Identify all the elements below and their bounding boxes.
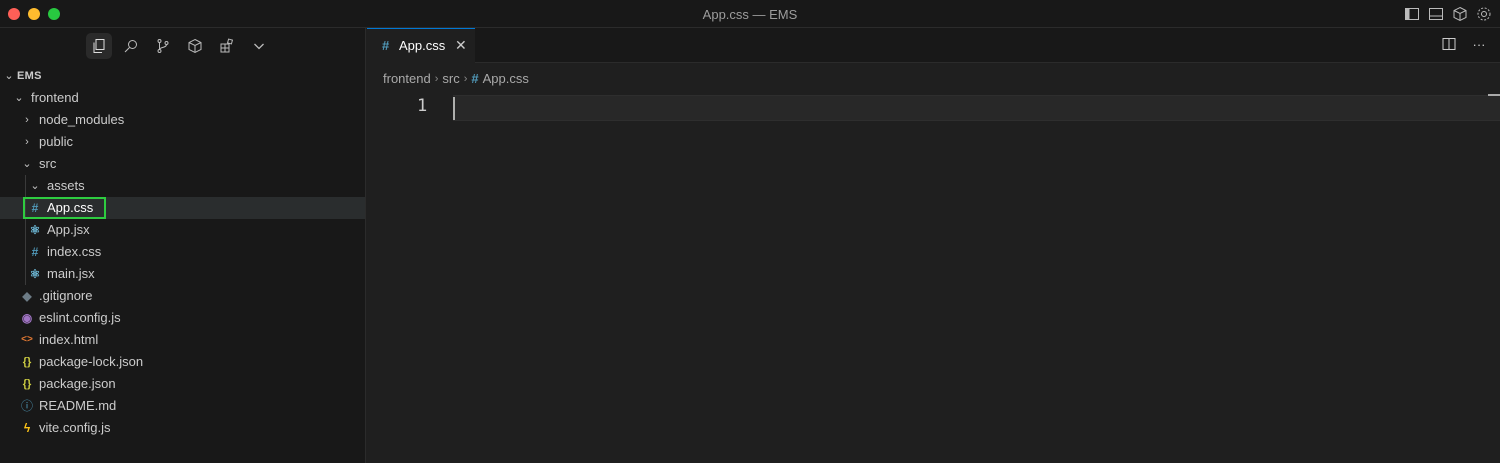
activity-bar — [86, 32, 272, 60]
explorer-sidebar: ⌄ EMS ⌄ frontend › node_modules › public… — [0, 28, 366, 463]
tab-label: App.css — [399, 38, 446, 53]
tree-folder-label: node_modules — [39, 112, 125, 127]
css-file-icon: # — [31, 245, 39, 259]
tree-file-index-css[interactable]: # index.css — [0, 241, 365, 263]
tree-file-label: index.html — [39, 332, 99, 347]
source-control-button[interactable] — [150, 33, 176, 59]
tree-folder-node-modules[interactable]: › node_modules — [0, 109, 365, 131]
tree-folder-src[interactable]: ⌄ src — [0, 153, 365, 175]
react-icon: ⚛ — [29, 267, 41, 281]
tree-folder-label: frontend — [31, 90, 79, 105]
json-file-icon: {} — [22, 378, 32, 390]
chevron-down-icon: ⌄ — [14, 92, 24, 104]
search-button[interactable] — [118, 33, 144, 59]
eslint-icon: ◉ — [21, 311, 33, 325]
split-editor-icon[interactable] — [1442, 37, 1456, 51]
info-icon: ⓘ — [20, 399, 33, 413]
breadcrumb: frontend › src › # App.css — [383, 71, 529, 86]
tab-bar: # App.css ✕ ··· — [367, 28, 1500, 63]
current-line-highlight — [453, 95, 1500, 121]
tree-file-label: vite.config.js — [39, 420, 111, 435]
extensions-icon — [220, 38, 234, 53]
git-icon: ◆ — [22, 289, 32, 303]
explorer-icon — [93, 39, 105, 53]
html-file-icon: <> — [21, 334, 33, 345]
more-views-button[interactable] — [246, 33, 272, 59]
tree-file-label: App.jsx — [47, 222, 90, 237]
breadcrumb-item[interactable]: frontend — [383, 71, 431, 86]
tree-file-index-html[interactable]: <> index.html — [0, 329, 365, 351]
chevron-down-icon: ⌄ — [4, 70, 14, 82]
react-icon: ⚛ — [29, 223, 41, 237]
tree-folder-assets[interactable]: ⌄ assets — [0, 175, 365, 197]
run-debug-icon — [188, 38, 202, 54]
tree-file-label: .gitignore — [39, 288, 93, 303]
scroll-position-marker — [1488, 94, 1500, 96]
editor-area: # App.css ✕ ··· frontend › src › # App.c… — [367, 28, 1500, 463]
window-title: App.css — EMS — [702, 7, 798, 22]
tree-file-package-json[interactable]: {} package.json — [0, 373, 365, 395]
json-file-icon: {} — [22, 356, 32, 368]
extensions-cube-icon[interactable] — [1452, 6, 1468, 22]
tree-file-gitignore[interactable]: ◆ .gitignore — [0, 285, 365, 307]
indent-guide — [25, 219, 26, 241]
chevron-right-icon: › — [463, 72, 468, 85]
indent-guide — [25, 241, 26, 263]
tree-root-ems[interactable]: ⌄ EMS — [0, 65, 365, 87]
tree-folder-public[interactable]: › public — [0, 131, 365, 153]
tree-folder-label: assets — [47, 178, 85, 193]
tree-file-app-jsx[interactable]: ⚛ App.jsx — [0, 219, 365, 241]
chevron-down-icon: ⌄ — [30, 180, 40, 192]
more-actions-icon[interactable]: ··· — [1472, 37, 1486, 52]
tree-root-label: EMS — [17, 70, 42, 82]
toggle-panel-icon[interactable] — [1428, 6, 1444, 22]
file-tree: ⌄ EMS ⌄ frontend › node_modules › public… — [0, 65, 365, 439]
tree-folder-frontend[interactable]: ⌄ frontend — [0, 87, 365, 109]
run-debug-button[interactable] — [182, 33, 208, 59]
indent-guide — [25, 263, 26, 285]
breadcrumb-item[interactable]: src — [442, 71, 459, 86]
tree-file-label: README.md — [39, 398, 117, 413]
tree-file-package-lock[interactable]: {} package-lock.json — [0, 351, 365, 373]
explorer-button[interactable] — [86, 33, 112, 59]
tab-app-css[interactable]: # App.css ✕ — [367, 28, 475, 63]
extensions-button[interactable] — [214, 33, 240, 59]
title-bar: App.css — EMS — [0, 0, 1500, 28]
chevron-down-icon: ⌄ — [22, 158, 32, 170]
css-file-icon: # — [471, 71, 479, 86]
chevron-right-icon: › — [25, 114, 29, 126]
tree-file-label: eslint.config.js — [39, 310, 121, 325]
tree-folder-label: public — [39, 134, 73, 149]
search-icon — [124, 40, 137, 53]
line-number: 1 — [417, 96, 428, 116]
close-icon[interactable]: ✕ — [455, 37, 467, 54]
tree-file-eslint-config[interactable]: ◉ eslint.config.js — [0, 307, 365, 329]
tree-file-readme[interactable]: ⓘ README.md — [0, 395, 365, 417]
tree-file-vite-config[interactable]: ϟ vite.config.js — [0, 417, 365, 439]
chevron-down-icon — [254, 43, 264, 50]
tree-file-app-css[interactable]: # App.css — [0, 197, 365, 219]
gear-icon[interactable] — [1476, 6, 1492, 22]
tree-file-label: package-lock.json — [39, 354, 144, 369]
tree-file-label: main.jsx — [47, 266, 95, 281]
toggle-sidebar-icon[interactable] — [1404, 6, 1420, 22]
lightning-icon: ϟ — [23, 421, 31, 435]
chevron-right-icon: › — [434, 72, 439, 85]
source-control-icon — [157, 39, 169, 53]
tree-file-main-jsx[interactable]: ⚛ main.jsx — [0, 263, 365, 285]
breadcrumb-item[interactable]: App.css — [483, 71, 529, 86]
tree-file-label: package.json — [39, 376, 116, 391]
highlight-box — [23, 197, 106, 219]
tree-file-label: index.css — [47, 244, 102, 259]
tree-folder-label: src — [39, 156, 57, 171]
text-cursor — [453, 97, 455, 120]
indent-guide — [25, 175, 26, 197]
chevron-right-icon: › — [25, 136, 29, 148]
css-file-icon: # — [382, 38, 390, 53]
